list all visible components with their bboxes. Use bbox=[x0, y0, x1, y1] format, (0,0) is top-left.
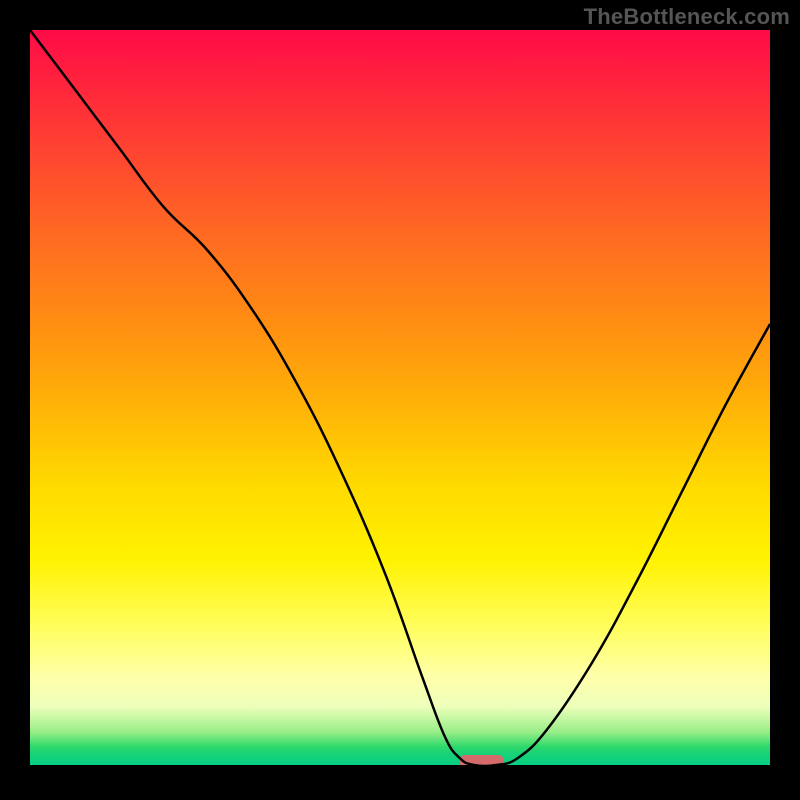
watermark-text: TheBottleneck.com bbox=[584, 4, 790, 30]
bottleneck-curve bbox=[30, 30, 770, 765]
bottleneck-curve-path bbox=[30, 30, 770, 765]
chart-frame: TheBottleneck.com bbox=[0, 0, 800, 800]
plot-area bbox=[30, 30, 770, 765]
